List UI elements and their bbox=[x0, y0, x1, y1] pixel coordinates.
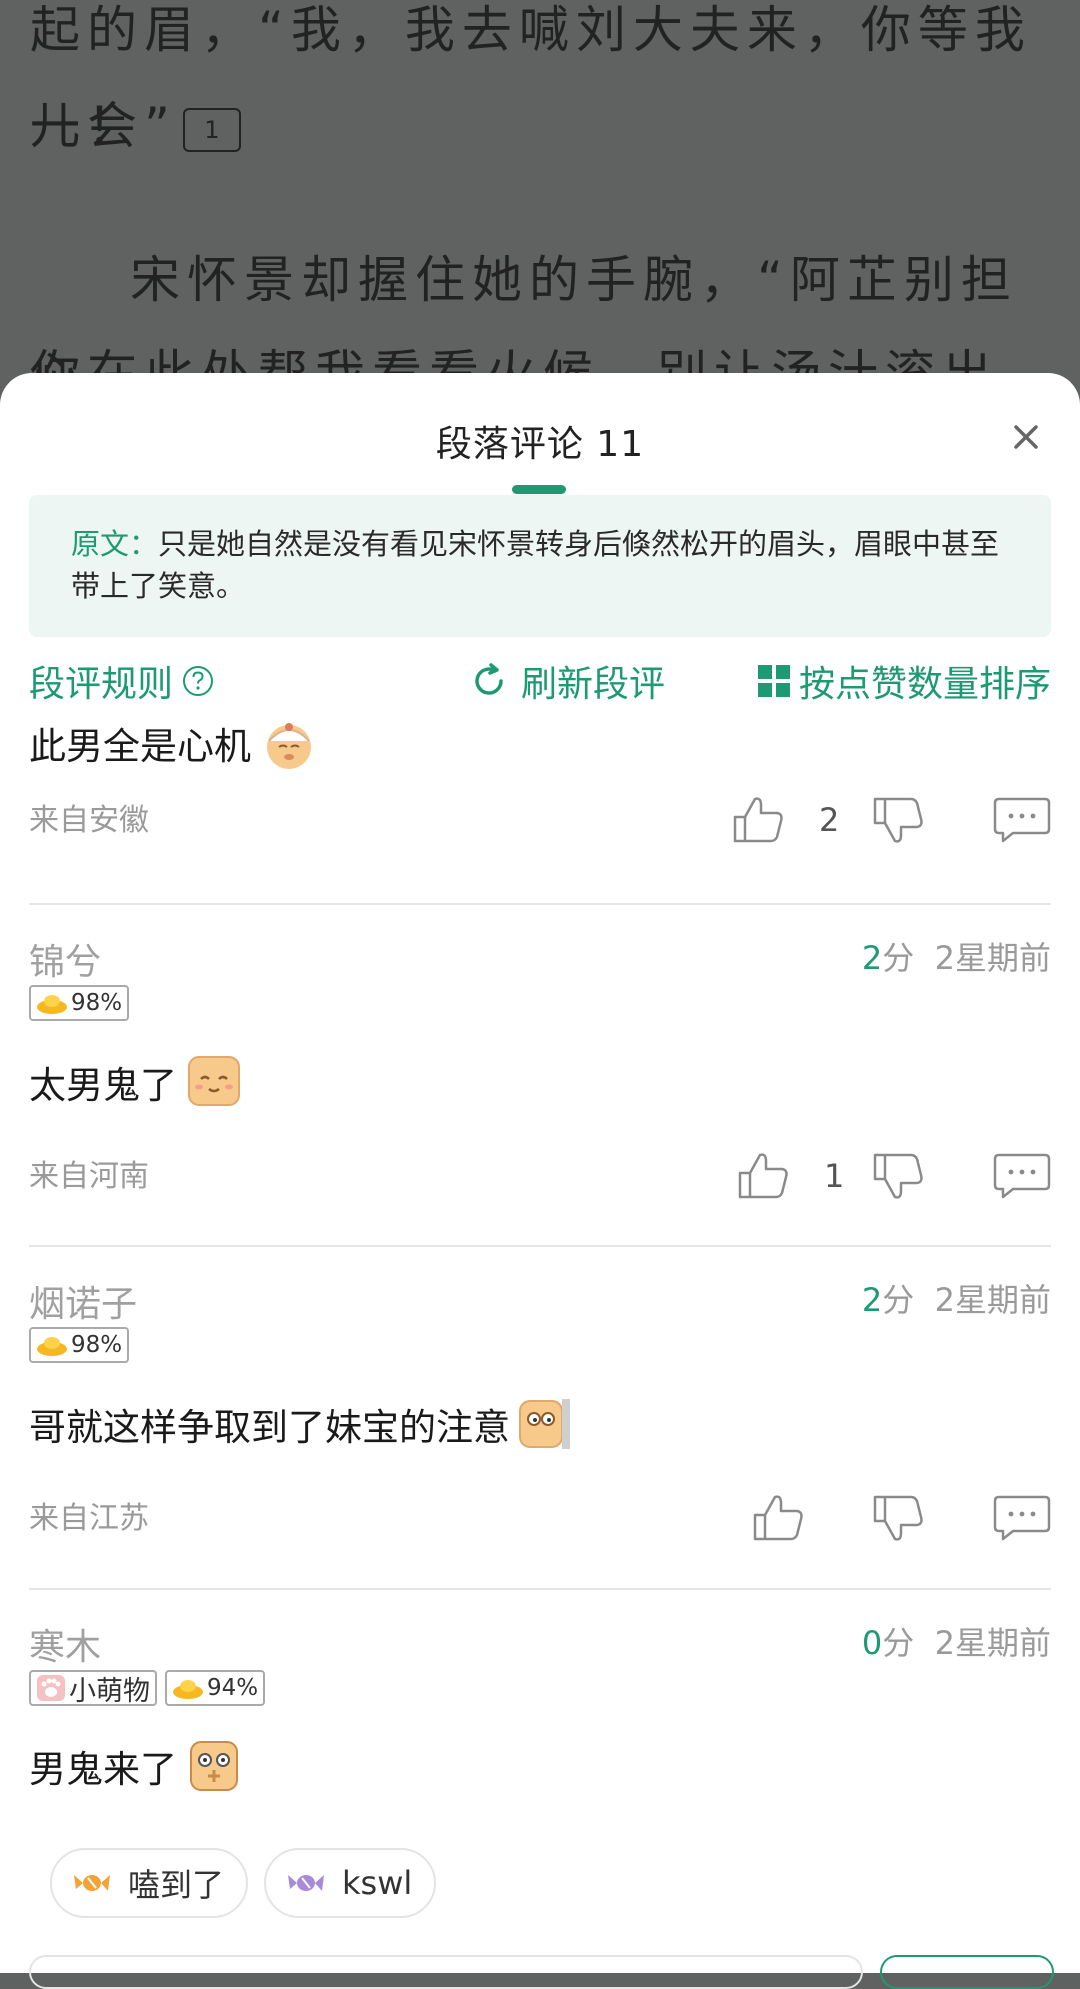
comment-username[interactable]: 锦兮 bbox=[29, 933, 101, 985]
divider bbox=[29, 903, 1051, 905]
cute-badge: 小萌物 bbox=[29, 1670, 157, 1707]
comment-text: 太男鬼了 bbox=[29, 1064, 177, 1107]
sticker-emoji-icon bbox=[190, 1741, 238, 1791]
candy-orange-icon bbox=[74, 1875, 110, 1891]
comment-text-row: 太男鬼了 bbox=[29, 1053, 245, 1111]
comment-text: 此男全是心机 bbox=[29, 725, 251, 768]
gold-badge: 98% bbox=[29, 985, 130, 1021]
comment-username[interactable]: 寒木 bbox=[29, 1618, 101, 1670]
comment-meta: 2分 2星期前 bbox=[861, 939, 1051, 977]
gold-ingot-icon bbox=[37, 995, 67, 1014]
comment-location: 来自江苏 bbox=[29, 1501, 149, 1536]
comment-text: 哥就这样争取到了妹宝的注意 bbox=[29, 1406, 510, 1449]
gold-badge: 94% bbox=[165, 1670, 266, 1706]
gold-badge: 98% bbox=[29, 1327, 130, 1363]
sort-button[interactable]: 按点赞数量排序 bbox=[757, 653, 1051, 709]
reaction-chip-kswl[interactable]: kswl bbox=[264, 1848, 437, 1918]
like-icon[interactable] bbox=[736, 1151, 792, 1201]
send-button[interactable] bbox=[880, 1955, 1054, 1989]
sticker-emoji-icon bbox=[188, 1056, 240, 1106]
badge-row: 98% bbox=[29, 985, 130, 1021]
original-label: 原文： bbox=[71, 527, 159, 561]
close-icon[interactable] bbox=[1002, 413, 1050, 461]
dislike-icon[interactable] bbox=[871, 1151, 927, 1201]
comment-location: 来自安徽 bbox=[29, 803, 149, 838]
like-count: 1 bbox=[824, 1157, 845, 1195]
paragraph-comment-count[interactable]: 1 bbox=[182, 107, 241, 152]
gold-ingot-icon bbox=[37, 1337, 67, 1356]
reply-icon[interactable] bbox=[993, 1493, 1051, 1541]
original-text-box: 原文：只是她自然是没有看见宋怀景转身后倏然松开的眉头，眉眼中甚至带上了笑意。 bbox=[29, 495, 1051, 637]
reader-background: 起的眉，“我，我去喊刘大夫来，你等我一会 儿！” 1 宋怀景却握住她的手腕，“阿芷… bbox=[0, 0, 1080, 420]
original-text: 只是她自然是没有看见宋怀景转身后倏然松开的眉头，眉眼中甚至带上了笑意。 bbox=[71, 527, 1000, 603]
divider bbox=[29, 1245, 1051, 1247]
candy-purple-icon bbox=[288, 1875, 325, 1891]
refresh-button[interactable]: 刷新段评 bbox=[469, 653, 665, 709]
paw-icon bbox=[37, 1675, 65, 1701]
like-icon[interactable] bbox=[731, 795, 787, 845]
comment-username[interactable]: 烟诺子 bbox=[29, 1275, 137, 1327]
reaction-row: 嗑到了 kswl bbox=[50, 1848, 437, 1918]
badge-row: 98% bbox=[29, 1327, 130, 1363]
comment-footer: 来自安徽 2 bbox=[29, 795, 1051, 855]
reply-icon[interactable] bbox=[993, 1151, 1051, 1199]
comment-actions bbox=[751, 1493, 1051, 1553]
sticker-emoji-icon bbox=[519, 1399, 570, 1449]
sheet-title: 段落评论 11 bbox=[435, 424, 645, 465]
comment-text-row: 哥就这样争取到了妹宝的注意 bbox=[29, 1395, 572, 1453]
comment-meta: 0分 2星期前 bbox=[861, 1624, 1051, 1662]
reaction-chip-kedaole[interactable]: 嗑到了 bbox=[50, 1848, 249, 1918]
comment-item: 锦兮 2分 2星期前 98% 太男鬼了 来自河南 1 bbox=[29, 933, 1051, 1233]
title-indicator bbox=[512, 485, 566, 494]
sticker-emoji-icon bbox=[267, 723, 311, 769]
comment-meta: 2分 2星期前 bbox=[861, 1281, 1051, 1319]
dislike-icon[interactable] bbox=[871, 795, 927, 845]
help-icon bbox=[183, 666, 214, 696]
comment-item: 此男全是心机 来自安徽 2 bbox=[29, 713, 1051, 855]
comments-sheet: 段落评论 11 原文：只是她自然是没有看见宋怀景转身后倏然松开的眉头，眉眼中甚至… bbox=[0, 373, 1080, 1989]
rules-link[interactable]: 段评规则 bbox=[29, 653, 215, 709]
reader-line: 儿！” 1 bbox=[30, 78, 1050, 174]
comments-toolbar: 段评规则 刷新段评 按点赞数量排序 bbox=[29, 653, 1051, 709]
grid-icon bbox=[757, 665, 790, 697]
like-count: 2 bbox=[819, 801, 840, 839]
comment-item: 寒木 0分 2星期前 小萌物 94% 男鬼来了 bbox=[29, 1618, 1051, 1838]
dislike-icon[interactable] bbox=[871, 1493, 927, 1543]
comment-footer: 来自江苏 bbox=[29, 1493, 1051, 1553]
comment-text-row: 此男全是心机 bbox=[29, 713, 1051, 773]
comment-text: 男鬼来了 bbox=[29, 1748, 177, 1791]
comment-input-bar[interactable] bbox=[29, 1955, 863, 1989]
divider bbox=[29, 1588, 1051, 1590]
badge-row: 小萌物 94% bbox=[29, 1670, 266, 1707]
refresh-icon bbox=[475, 663, 503, 695]
comment-text-row: 男鬼来了 bbox=[29, 1738, 243, 1794]
comment-actions: 1 bbox=[736, 1151, 1051, 1211]
gold-ingot-icon bbox=[173, 1680, 203, 1699]
comment-item: 烟诺子 2分 2星期前 98% 哥就这样争取到了妹宝的注意 来自江苏 bbox=[29, 1275, 1051, 1575]
comment-footer: 来自河南 1 bbox=[29, 1151, 1051, 1211]
like-icon[interactable] bbox=[751, 1493, 807, 1543]
comment-actions: 2 bbox=[731, 795, 1051, 855]
comment-location: 来自河南 bbox=[29, 1159, 149, 1194]
reply-icon[interactable] bbox=[993, 795, 1051, 843]
